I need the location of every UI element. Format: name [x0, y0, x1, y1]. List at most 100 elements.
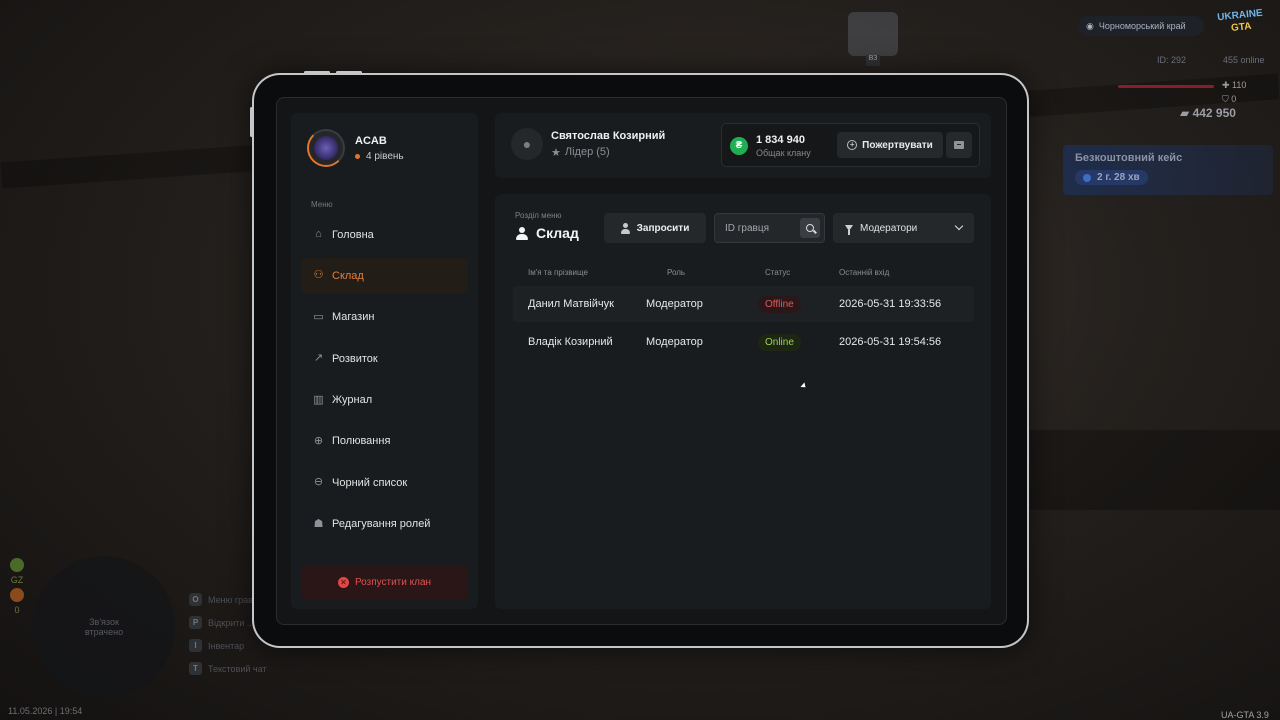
money-value: ▰ 442 950: [1180, 106, 1236, 120]
add-user-icon: [620, 222, 631, 234]
home-icon: ⌂: [315, 228, 322, 240]
book-icon: ▥: [313, 393, 324, 406]
search-button[interactable]: [800, 218, 820, 238]
roster-panel: Розділ меню Склад Запросити Модератори: [495, 194, 991, 609]
chart-icon: ↗: [313, 352, 324, 365]
gz-close-icon: [10, 588, 24, 602]
case-timer: 2 г. 28 хв: [1075, 170, 1148, 185]
users-icon: [515, 226, 529, 240]
online-count: 455 online: [1223, 55, 1265, 65]
member-name: Данил Матвійчук: [528, 298, 614, 310]
user-edit-icon: ☗: [313, 517, 324, 530]
role-filter-dropdown[interactable]: Модератори: [833, 213, 974, 243]
invite-button[interactable]: Запросити: [604, 213, 706, 243]
clan-level: 4 рівень: [355, 151, 404, 162]
sidebar-item-home[interactable]: ⌂ Головна: [301, 217, 468, 252]
tablet-button: [336, 71, 362, 74]
player-search: [714, 213, 825, 243]
gz-label: GZ: [10, 575, 24, 585]
member-last-login: 2026-05-31 19:54:56: [839, 336, 942, 348]
filter-icon: [845, 225, 853, 235]
level-dot-icon: [355, 153, 360, 159]
cash-icon: ▰: [1180, 106, 1190, 120]
status-badge: Online: [758, 333, 801, 351]
crosshair-icon: ⊕: [313, 434, 324, 447]
timer-icon: [1083, 173, 1091, 182]
minimap: Зв'язок втрачено: [33, 556, 175, 698]
sidebar-item-hunting[interactable]: ⊕ Полювання: [301, 424, 468, 459]
page-title: Склад: [515, 225, 579, 241]
health-value: ✚ 110: [1222, 80, 1247, 90]
vehicle-tag: B3: [866, 55, 880, 66]
members-table: Ім'я та прізвище Роль Статус Останній вх…: [513, 260, 974, 360]
hint-item: T Текстовий чат: [189, 657, 267, 680]
member-role: Модератор: [646, 336, 703, 348]
case-title: Безкоштовний кейс: [1075, 152, 1183, 164]
dissolve-clan-button[interactable]: ✕ Розпустити клан: [301, 565, 468, 599]
tablet-device: ACAB 4 рівень Меню ⌂ Головна ⚇ Склад ▭ Мага…: [250, 71, 1029, 648]
table-row[interactable]: Данил Матвійчук Модератор Offline 2026-0…: [513, 286, 974, 322]
armor-value: ⛉ 0: [1222, 94, 1237, 104]
plus-icon: +: [847, 140, 858, 150]
sidebar-item-edit-roles[interactable]: ☗ Редагування ролей: [301, 507, 468, 542]
sidebar-item-journal[interactable]: ▥ Журнал: [301, 383, 468, 418]
tablet-button: [250, 107, 253, 137]
bank-label: Общак клану: [756, 148, 811, 158]
location-icon: ◉: [1086, 20, 1094, 31]
donate-button[interactable]: + Пожертвувати: [837, 132, 943, 158]
bank-amount: 1 834 940: [756, 134, 805, 146]
leader-name: Святослав Козирний: [551, 129, 666, 142]
close-circle-icon: ✕: [337, 576, 349, 588]
gang-zone-panel: GZ 0: [8, 558, 26, 615]
chevron-down-icon: [954, 221, 964, 231]
leader-rank: ★ Лідер (5): [551, 146, 610, 159]
header-status: Статус: [765, 267, 791, 277]
member-name: Владік Козирний: [528, 336, 613, 348]
sidebar-menu: ⌂ Головна ⚇ Склад ▭ Магазин ↗ Розвиток ▥ Журн…: [301, 217, 468, 548]
tablet-button: [304, 71, 330, 74]
region-badge: ◉ Чорноморський край: [1078, 16, 1204, 36]
region-name: Чорноморський край: [1098, 21, 1186, 31]
health-bar: [1118, 85, 1214, 88]
box-icon: [954, 141, 964, 149]
game-datetime: 11.05.2026 | 19:54: [8, 706, 83, 716]
section-caption: Розділ меню: [515, 211, 562, 220]
clan-emblem-icon: [314, 136, 338, 160]
tablet-bezel: ACAB 4 рівень Меню ⌂ Головна ⚇ Склад ▭ Мага…: [254, 75, 1027, 646]
currency-icon: ₴: [730, 137, 748, 155]
background-shelf: [1030, 430, 1280, 510]
star-icon: ★: [551, 146, 561, 159]
vehicle-icon: [848, 12, 898, 56]
clan-header: ● Святослав Козирний ★ Лідер (5) ₴ 1 834 …: [495, 113, 991, 178]
basket-icon: ▭: [313, 310, 324, 323]
member-role: Модератор: [646, 298, 703, 310]
game-version: UA-GTA 3.9: [1221, 710, 1269, 720]
player-id-input[interactable]: [715, 214, 799, 242]
sidebar-item-shop[interactable]: ▭ Магазин: [301, 300, 468, 335]
users-icon: ⚇: [313, 269, 324, 282]
minus-circle-icon: ⊖: [313, 476, 324, 489]
gz-count: 0: [14, 605, 20, 615]
clan-name: ACAB: [355, 134, 387, 147]
menu-caption: Меню: [311, 200, 333, 209]
sidebar-item-roster[interactable]: ⚇ Склад: [301, 258, 468, 294]
sidebar: ACAB 4 рівень Меню ⌂ Головна ⚇ Склад ▭ Мага…: [291, 113, 478, 609]
search-icon: [806, 224, 814, 232]
member-last-login: 2026-05-31 19:33:56: [839, 298, 942, 310]
status-badge: Offline: [758, 295, 801, 313]
gz-status-icon: [10, 558, 24, 572]
table-row[interactable]: Владік Козирний Модератор Online 2026-05…: [513, 324, 974, 360]
sidebar-item-blacklist[interactable]: ⊖ Чорний список: [301, 465, 468, 500]
storage-button[interactable]: [946, 132, 972, 158]
header-last-login: Останній вхід: [839, 267, 890, 277]
clan-avatar: [307, 129, 345, 167]
header-role: Роль: [667, 267, 686, 277]
free-case-notification[interactable]: Безкоштовний кейс 2 г. 28 хв: [1063, 145, 1273, 195]
player-id: ID: 292: [1157, 55, 1187, 65]
server-logo: UKRAINE GTA: [1212, 7, 1271, 43]
leader-info: ● Святослав Козирний ★ Лідер (5): [511, 128, 665, 160]
sidebar-item-development[interactable]: ↗ Розвиток: [301, 341, 468, 376]
clan-bank: ₴ 1 834 940 Общак клану + Пожертвувати: [721, 123, 980, 167]
hint-item: I Інвентар: [189, 634, 267, 657]
header-name: Ім'я та прізвище: [528, 267, 588, 277]
